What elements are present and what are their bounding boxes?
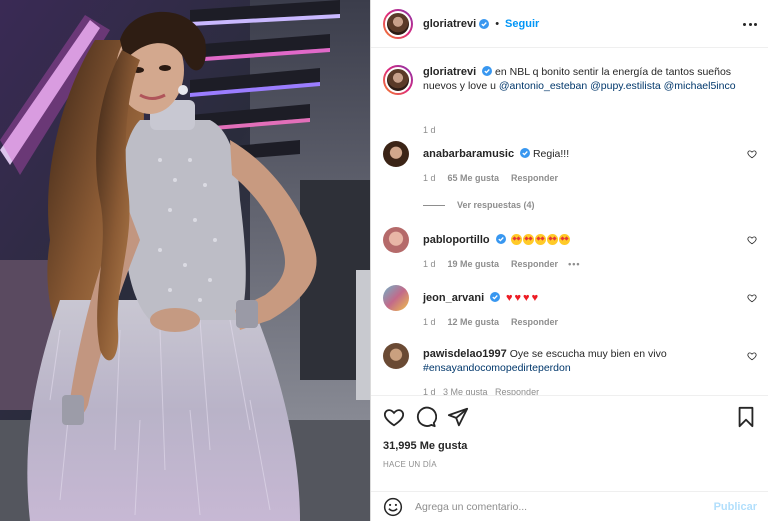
comment-item: pawisdelao1997 Oye se escucha muy bien e… [383,343,757,395]
comments-list[interactable]: gloriatrevi en NBL q bonito sentir la en… [371,49,768,395]
comment-bubble-icon[interactable] [415,406,437,428]
comment-text: anabarbaramusic Regia!!! [423,147,733,161]
post-actions: 31,995 Me gusta HACE UN DÍA [371,395,768,491]
likes-count[interactable]: 31,995 Me gusta [383,440,467,452]
comment-meta: 1 d 3 Me gusta Responder [423,387,539,395]
header-user: gloriatrevi • Seguir [423,18,539,30]
post-header: gloriatrevi • Seguir [371,0,768,48]
comment-time[interactable]: 1 d [423,259,436,269]
comment-likes[interactable]: 65 Me gusta [448,173,500,183]
comment-input[interactable] [415,500,714,513]
heart-eyes-emoji-icon [511,234,523,245]
comment-likes[interactable]: 12 Me gusta [448,317,500,327]
commenter-avatar[interactable] [383,227,409,253]
publish-button[interactable]: Publicar [714,501,757,513]
comment-item: jeon_arvani ♥ ♥ ♥ ♥ 1 d 12 Me gusta Respond… [383,285,757,329]
commenter-username[interactable]: anabarbaramusic [423,148,514,160]
replies-line [423,204,445,206]
heart-outline-icon[interactable] [383,406,405,428]
comment-item: anabarbaramusic Regia!!! 1 d 65 Me gusta… [383,141,757,211]
comment-like-icon[interactable] [747,149,757,159]
caption-time[interactable]: 1 d [423,125,436,135]
view-replies-label: Ver respuestas (4) [457,200,535,210]
verified-badge-icon [495,234,506,244]
comment-time[interactable]: 1 d [423,173,436,183]
comment-meta: 1 d 19 Me gusta Responder ••• [423,259,581,269]
commenter-username[interactable]: pawisdelao1997 [423,348,507,360]
comment-options-icon[interactable]: ••• [568,259,580,269]
heart-eyes-emoji-group [511,234,571,246]
comment-meta: 1 d 12 Me gusta Responder [423,317,558,327]
verified-badge-icon [479,18,490,29]
comment-like-icon[interactable] [747,351,757,361]
comment-body: Oye se escucha muy bien en vivo [509,348,667,360]
paper-plane-icon[interactable] [447,406,469,428]
caption-meta: 1 d [423,125,436,135]
commenter-avatar[interactable] [383,343,409,369]
comment-text: jeon_arvani ♥ ♥ ♥ ♥ [423,291,733,305]
post-time[interactable]: HACE UN DÍA [383,460,437,469]
red-heart-icon: ♥ [514,292,522,304]
comment-body: Regia!!! [532,148,570,160]
author-username[interactable]: gloriatrevi [423,18,476,30]
comment-text: pawisdelao1997 Oye se escucha muy bien e… [423,347,733,375]
red-heart-emoji-group: ♥ ♥ ♥ ♥ [506,292,540,304]
heart-eyes-emoji-icon [535,234,547,245]
follow-button[interactable]: Seguir [505,18,539,30]
red-heart-icon: ♥ [523,292,530,304]
view-replies-button[interactable]: Ver respuestas (4) [423,200,535,210]
instagram-post: gloriatrevi • Seguir gloriatrevi en NBL … [0,0,768,521]
mention-link[interactable]: @antonio_esteban [499,80,587,92]
reply-button[interactable]: Responder [511,317,558,327]
hashtag-link[interactable]: #ensayandocomopedirteperdon [423,362,571,374]
comment-meta-partial[interactable]: 1 d 3 Me gusta Responder [423,387,539,395]
red-heart-icon: ♥ [531,292,539,304]
add-comment-bar: Publicar [371,491,768,521]
post-photo[interactable] [0,0,370,521]
verified-badge-icon [482,66,493,76]
bookmark-icon[interactable] [735,406,757,428]
heart-eyes-emoji-icon [523,234,535,245]
caption-row: gloriatrevi en NBL q bonito sentir la en… [383,65,757,135]
header-separator: • [495,17,500,30]
comment-like-icon[interactable] [747,293,757,303]
mention-link[interactable]: @pupy.estilista [590,80,661,92]
commenter-username[interactable]: jeon_arvani [423,292,484,304]
comment-time[interactable]: 1 d [423,317,436,327]
comment-like-icon[interactable] [747,235,757,245]
heart-eyes-emoji-icon [559,234,571,245]
comment-item: pabloportillo 1 d 19 Me gusta Responder [383,227,757,271]
avatar-image [385,10,411,37]
commenter-username[interactable]: pabloportillo [423,234,490,246]
verified-badge-icon [520,148,531,158]
caption-text: gloriatrevi en NBL q bonito sentir la en… [423,65,747,93]
ellipsis-icon[interactable] [743,17,757,31]
reply-button[interactable]: Responder [511,173,558,183]
comment-meta: 1 d 65 Me gusta Responder [423,173,558,183]
commenter-avatar[interactable] [383,141,409,167]
post-side-panel: gloriatrevi • Seguir gloriatrevi en NBL … [370,0,768,521]
mention-link[interactable]: @michael5inco [664,80,736,92]
verified-badge-icon [490,292,501,302]
reply-button[interactable]: Responder [511,259,558,269]
red-heart-icon: ♥ [505,292,513,304]
author-avatar[interactable] [383,8,413,39]
caption-username[interactable]: gloriatrevi [423,66,476,78]
commenter-avatar[interactable] [383,285,409,311]
comment-likes[interactable]: 19 Me gusta [448,259,500,269]
smiley-icon[interactable] [383,497,403,517]
photo-illustration [0,0,370,521]
caption-avatar[interactable] [383,65,413,95]
comment-text: pabloportillo [423,233,733,247]
heart-eyes-emoji-icon [547,234,559,245]
